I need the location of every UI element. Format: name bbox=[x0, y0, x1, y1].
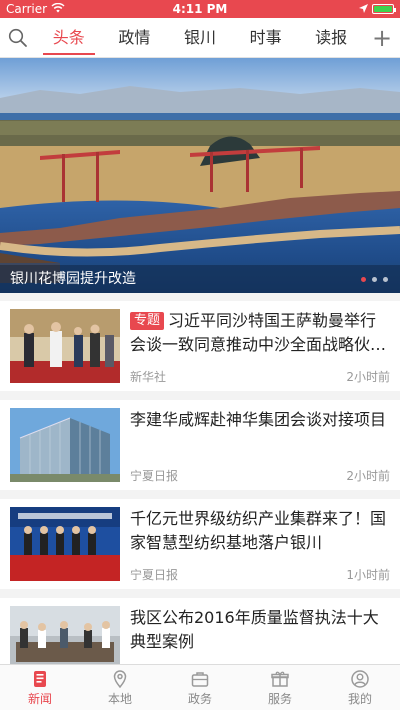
search-icon[interactable] bbox=[0, 18, 36, 58]
news-thumbnail bbox=[10, 507, 120, 581]
page-dot[interactable] bbox=[372, 277, 377, 282]
news-list: 专题习近平同沙特国王萨勒曼举行会谈一致同意推动中沙全面战略伙伴关系新华社 2小时前… bbox=[0, 293, 400, 688]
channel-tabs: 头条 政情 银川 时事 读报 bbox=[36, 18, 364, 58]
bottom-navigation: 新闻 本地 政务 服务 我的 bbox=[0, 664, 400, 710]
news-meta: 宁夏日报 2小时前 bbox=[130, 467, 390, 484]
banner-image bbox=[0, 58, 400, 293]
news-title: 李建华咸辉赴神华集团会谈对接项目 bbox=[130, 408, 390, 432]
nav-item-1[interactable]: 本地 bbox=[80, 665, 160, 710]
news-title-text: 习近平同沙特国王萨勒曼举行会谈一致同意推动中沙全面战略伙伴关系 bbox=[130, 311, 387, 354]
status-bar: Carrier 4:11 PM bbox=[0, 0, 400, 18]
news-item[interactable]: 千亿元世界级纺织产业集群来了！国家智慧型纺织基地落户银川宁夏日报 1小时前 bbox=[0, 499, 400, 589]
headline-banner[interactable]: 银川花博园提升改造 bbox=[0, 58, 400, 293]
news-title-text: 千亿元世界级纺织产业集群来了！国家智慧型纺织基地落户银川 bbox=[130, 509, 387, 552]
news-title: 千亿元世界级纺织产业集群来了！国家智慧型纺织基地落户银川 bbox=[130, 507, 390, 555]
nav-label: 我的 bbox=[347, 692, 372, 706]
news-time: 2小时前 bbox=[346, 469, 390, 483]
topic-tag: 专题 bbox=[130, 312, 165, 330]
location-arrow-icon bbox=[359, 2, 368, 16]
banner-page-indicator bbox=[361, 277, 388, 282]
battery-level bbox=[374, 6, 392, 12]
news-body: 李建华咸辉赴神华集团会谈对接项目宁夏日报 2小时前 bbox=[130, 408, 390, 484]
news-title: 我区公布2016年质量监督执法十大典型案例 bbox=[130, 606, 390, 654]
tab-2[interactable]: 银川 bbox=[167, 18, 233, 58]
battery-icon bbox=[372, 4, 396, 14]
plus-icon: + bbox=[371, 23, 393, 52]
tab-0[interactable]: 头条 bbox=[36, 18, 102, 58]
page-dot[interactable] bbox=[383, 277, 388, 282]
gift-icon bbox=[270, 668, 290, 690]
news-thumbnail bbox=[10, 309, 120, 383]
news-time: 2小时前 bbox=[346, 370, 390, 384]
nav-label: 政务 bbox=[187, 692, 212, 706]
news-body: 千亿元世界级纺织产业集群来了！国家智慧型纺织基地落户银川宁夏日报 1小时前 bbox=[130, 507, 390, 583]
user-icon bbox=[350, 668, 370, 690]
location-icon bbox=[110, 668, 130, 690]
news-title: 专题习近平同沙特国王萨勒曼举行会谈一致同意推动中沙全面战略伙伴关系 bbox=[130, 309, 390, 357]
news-meta: 宁夏日报 1小时前 bbox=[130, 566, 390, 583]
news-title-text: 李建华咸辉赴神华集团会谈对接项目 bbox=[130, 410, 387, 429]
news-thumbnail bbox=[10, 408, 120, 482]
nav-item-3[interactable]: 服务 bbox=[240, 665, 320, 710]
nav-label: 本地 bbox=[107, 692, 132, 706]
nav-item-0[interactable]: 新闻 bbox=[0, 665, 80, 710]
status-right bbox=[359, 2, 396, 16]
nav-item-4[interactable]: 我的 bbox=[320, 665, 400, 710]
page-dot[interactable] bbox=[361, 277, 366, 282]
news-time: 1小时前 bbox=[346, 568, 390, 582]
news-source: 宁夏日报 bbox=[130, 469, 179, 483]
nav-label: 新闻 bbox=[27, 692, 52, 706]
news-source: 宁夏日报 bbox=[130, 568, 179, 582]
wifi-icon bbox=[51, 2, 65, 16]
tab-1[interactable]: 政情 bbox=[102, 18, 168, 58]
news-icon bbox=[30, 668, 50, 690]
news-body: 专题习近平同沙特国王萨勒曼举行会谈一致同意推动中沙全面战略伙伴关系新华社 2小时前 bbox=[130, 309, 390, 385]
nav-label: 服务 bbox=[267, 692, 292, 706]
tab-4[interactable]: 读报 bbox=[298, 18, 364, 58]
news-item[interactable]: 李建华咸辉赴神华集团会谈对接项目宁夏日报 2小时前 bbox=[0, 400, 400, 490]
news-meta: 新华社 2小时前 bbox=[130, 368, 390, 385]
banner-caption: 银川花博园提升改造 bbox=[0, 265, 400, 293]
channel-tab-bar: 头条 政情 银川 时事 读报 + bbox=[0, 18, 400, 58]
news-title-text: 我区公布2016年质量监督执法十大典型案例 bbox=[130, 608, 379, 651]
news-source: 新华社 bbox=[130, 370, 167, 384]
status-left: Carrier bbox=[6, 2, 65, 16]
news-item[interactable]: 专题习近平同沙特国王萨勒曼举行会谈一致同意推动中沙全面战略伙伴关系新华社 2小时前 bbox=[0, 301, 400, 391]
nav-item-2[interactable]: 政务 bbox=[160, 665, 240, 710]
carrier-label: Carrier bbox=[6, 2, 48, 16]
briefcase-icon bbox=[190, 668, 210, 690]
add-channel-button[interactable]: + bbox=[364, 18, 400, 58]
tab-3[interactable]: 时事 bbox=[233, 18, 299, 58]
